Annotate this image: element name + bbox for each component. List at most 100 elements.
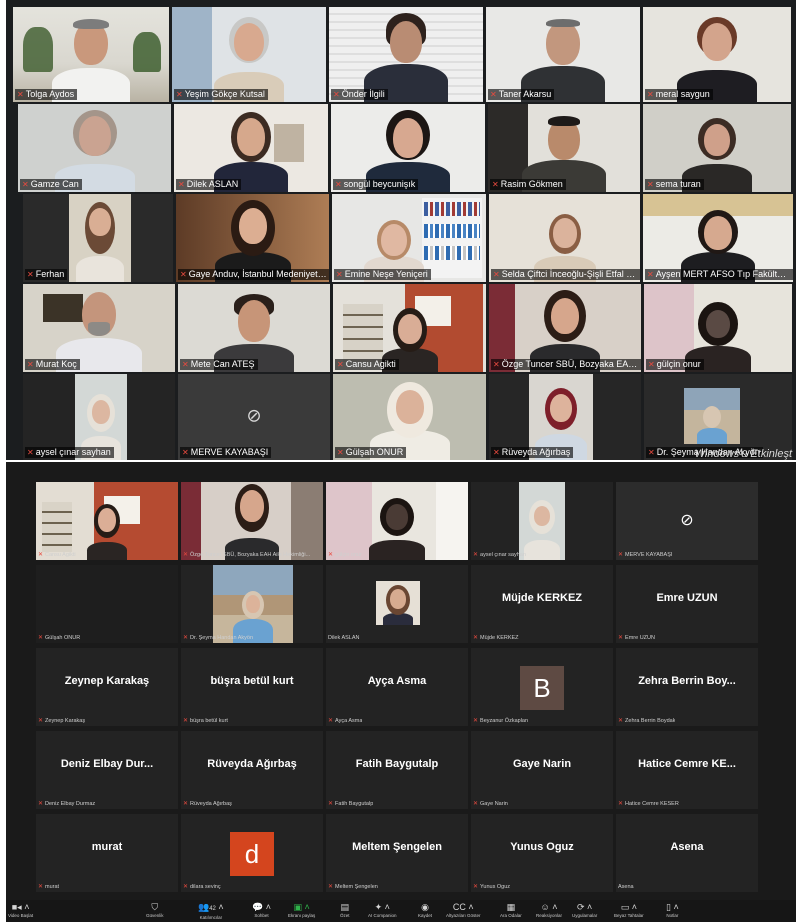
video-tile[interactable]: ✕ Taner Akarsu [486, 7, 640, 102]
participant-tile[interactable]: Müjde KERKEZ ✕ Müjde KERKEZ [471, 565, 613, 643]
video-icon: ■◂ ˄ [11, 902, 30, 912]
video-tile[interactable]: ✕ Selda Çiftci İnceoğlu-Şişli Etfal EA... [489, 194, 640, 282]
participant-tile[interactable]: ⊘ ✕ MERVE KAYABAŞI [616, 482, 758, 560]
participant-name-label: ✕ Gülşah ONUR [38, 635, 81, 641]
reactions-button[interactable]: ☺ ˄ Reaksiyonlar [536, 902, 562, 919]
participant-name-label: ✕ Gaye Narin [473, 801, 508, 807]
video-tile[interactable]: ⊘ ✕ MERVE KAYABAŞI [178, 374, 330, 460]
video-tile[interactable]: ✕ Murat Koç [23, 284, 175, 372]
video-tile[interactable]: ✕ Önder İlgili [329, 7, 483, 102]
participant-tile[interactable]: ✕ Dr. Şeyma Handan Akyön [181, 565, 323, 643]
participant-tile[interactable]: Fatih Baygutalp ✕ Fatih Baygutalp [326, 731, 468, 809]
mic-muted-icon: ✕ [27, 448, 34, 457]
video-tile[interactable]: ✕ Yeşim Gökçe Kutsal [172, 7, 326, 102]
participant-name: ✕ Cansu Agikti [335, 359, 399, 370]
participant-tile[interactable]: büşra betül kurt ✕ büşra betül kurt [181, 648, 323, 726]
participant-name-label: ✕ Beyzanur Özkaplan [473, 718, 529, 724]
mic-muted-icon: ✕ [328, 884, 334, 890]
video-tile[interactable]: ✕ Gaye Anduv, İstanbul Medeniyet Ü... [176, 194, 329, 282]
mic-muted-icon: ✕ [183, 552, 189, 558]
participant-display-name: Fatih Baygutalp [355, 758, 439, 770]
participant-name-label: ✕ Zeynep Karakaş [38, 718, 86, 724]
avatar: B [520, 666, 564, 710]
video-tile[interactable]: ✕ Ayşen MERT AFSO Tıp Fakültesi Al... [643, 194, 793, 282]
mic-muted-icon: ✕ [337, 360, 344, 369]
whiteboards-button[interactable]: ▭ ˄ Beyaz Tahtalar [614, 902, 644, 919]
participant-tile[interactable]: murat ✕ murat [36, 814, 178, 892]
participant-display-name: Hatice Cemre KE... [638, 758, 736, 770]
mic-muted-icon: ✕ [38, 884, 44, 890]
chat-button[interactable]: 💬 ˄ Sohbet [252, 902, 271, 919]
participant-tile[interactable]: Deniz Elbay Dur... ✕ Deniz Elbay Durmaz [36, 731, 178, 809]
participant-tile[interactable]: ✕ Özge Tuncer SBÜ, Bozyaka EAH Aile Hekim… [181, 482, 323, 560]
video-tile[interactable]: ✕ gülçin onur [644, 284, 792, 372]
notes-button[interactable]: ▯ ˄ Notlar [666, 902, 679, 919]
participant-tile[interactable]: Yunus Oguz ✕ Yunus Oguz [471, 814, 613, 892]
participant-tile[interactable]: Zeynep Karakaş ✕ Zeynep Karakaş [36, 648, 178, 726]
summary-button[interactable]: ▤ Özet [340, 902, 350, 919]
captions-button[interactable]: CC ˄ Altyazıları Göster [446, 902, 481, 919]
participant-tile[interactable]: B ✕ Beyzanur Özkaplan [471, 648, 613, 726]
mic-muted-icon: ✕ [27, 360, 34, 369]
video-tile[interactable]: ✕ Rüveyda Ağırbaş [489, 374, 641, 460]
participant-tile[interactable]: d ✕ dilara sevinç [181, 814, 323, 892]
video-tile[interactable]: ✕ Cansu Agikti [333, 284, 486, 372]
participant-tile[interactable]: Asena Asena [616, 814, 758, 892]
participant-tile[interactable]: Emre UZUN ✕ Emre UZUN [616, 565, 758, 643]
participant-name: ✕ Taner Akarsu [488, 89, 555, 100]
participant-tile[interactable]: Dilek ASLAN [326, 565, 468, 643]
participant-tile[interactable]: Meltem Şengelen ✕ Meltem Şengelen [326, 814, 468, 892]
participant-display-name: Yunus Oguz [510, 841, 574, 853]
windows-activation-watermark: Windows'u Etkinleşt [694, 448, 792, 460]
participant-tile[interactable]: Zehra Berrin Boy... ✕ Zehra Berrin Boydak [616, 648, 758, 726]
record-button[interactable]: ◉ Kaydet [418, 902, 432, 919]
participant-tile[interactable]: Ayça Asma ✕ Ayça Asma [326, 648, 468, 726]
security-button[interactable]: ⛉ Güvenlik [146, 902, 164, 919]
video-tile[interactable]: ✕ songül beycunişık [331, 104, 485, 192]
participant-name: ✕ aysel çınar sayhan [25, 447, 114, 458]
participant-name-label: ✕ Ayça Asma [328, 718, 363, 724]
participant-display-name: murat [91, 841, 123, 853]
video-tile[interactable]: ✕ Emine Neşe Yeniçeri [332, 194, 486, 282]
participant-tile[interactable]: ✕ gülçin onur [326, 482, 468, 560]
participant-name: ✕ Gülşah ONUR [335, 447, 407, 458]
participant-tile[interactable]: Rüveyda Ağırbaş ✕ Rüveyda Ağırbaş [181, 731, 323, 809]
participant-name-label: ✕ MERVE KAYABAŞI [618, 552, 673, 558]
reaction-icon: ☺ ˄ [540, 902, 558, 912]
mic-muted-icon: ✕ [337, 448, 344, 457]
participant-tile[interactable]: ✕ Cansu Agikti [36, 482, 178, 560]
video-tile[interactable]: ✕ Tolga Aydos [13, 7, 169, 102]
breakout-rooms-button[interactable]: ▦ Ara Odalar [500, 902, 522, 919]
camera-off-icon: ⊘ [680, 512, 694, 529]
video-tile[interactable]: ✕ Gülşah ONUR [333, 374, 486, 460]
video-tile[interactable]: ✕ Rasim Gökmen [488, 104, 640, 192]
participant-name-label: ✕ Hatice Cemre KESER [618, 801, 679, 807]
mic-muted-icon: ✕ [180, 270, 187, 279]
mic-muted-icon: ✕ [38, 718, 44, 724]
sparkle-icon: ✦ ˄ [374, 902, 390, 912]
video-tile[interactable]: ✕ Mete Can ATEŞ [178, 284, 330, 372]
video-tile[interactable]: ✕ Dilek ASLAN [174, 104, 328, 192]
captions-icon: CC ˄ [452, 902, 474, 912]
apps-button[interactable]: ⟳ ˄ Uygulamalar [572, 902, 597, 919]
participant-tile[interactable]: ✕ Gülşah ONUR [36, 565, 178, 643]
participant-tile[interactable]: Gaye Narin ✕ Gaye Narin [471, 731, 613, 809]
video-tile[interactable]: ✕ Gamze Can [18, 104, 171, 192]
participant-name: ✕ MERVE KAYABAŞI [180, 447, 272, 458]
video-tile[interactable]: ✕ aysel çınar sayhan [23, 374, 175, 460]
participant-name: ✕ sema turan [645, 179, 704, 190]
video-tile[interactable]: ✕ meral saygun [643, 7, 791, 102]
video-tile[interactable]: ✕ Ferhan [23, 194, 173, 282]
video-tile[interactable]: ✕ Özge Tuncer SBÜ, Bozyaka EAH Ail... [489, 284, 641, 372]
share-screen-button[interactable]: ▣ ˄ Ekranı paylaş [288, 902, 315, 919]
start-video-button[interactable]: ■◂ ˄ Video Başlat [8, 902, 33, 919]
video-tile[interactable]: ✕ sema turan [643, 104, 791, 192]
participant-name-label: ✕ Fatih Baygutalp [328, 801, 374, 807]
ai-companion-button[interactable]: ✦ ˄ AI Companion [368, 902, 397, 919]
participant-tile[interactable]: Hatice Cemre KE... ✕ Hatice Cemre KESER [616, 731, 758, 809]
participant-name: ✕ Emine Neşe Yeniçeri [334, 269, 431, 280]
gallery-view-photo: ✕ Tolga Aydos ✕ Yeşim Gökçe Kutsal ✕ Önder … [6, 0, 796, 460]
participant-tile[interactable]: ✕ aysel çınar sayhan [471, 482, 613, 560]
participants-button[interactable]: 👥42 ˄ Katılımcılar [198, 902, 224, 921]
notes-icon: ▯ ˄ [666, 902, 679, 912]
